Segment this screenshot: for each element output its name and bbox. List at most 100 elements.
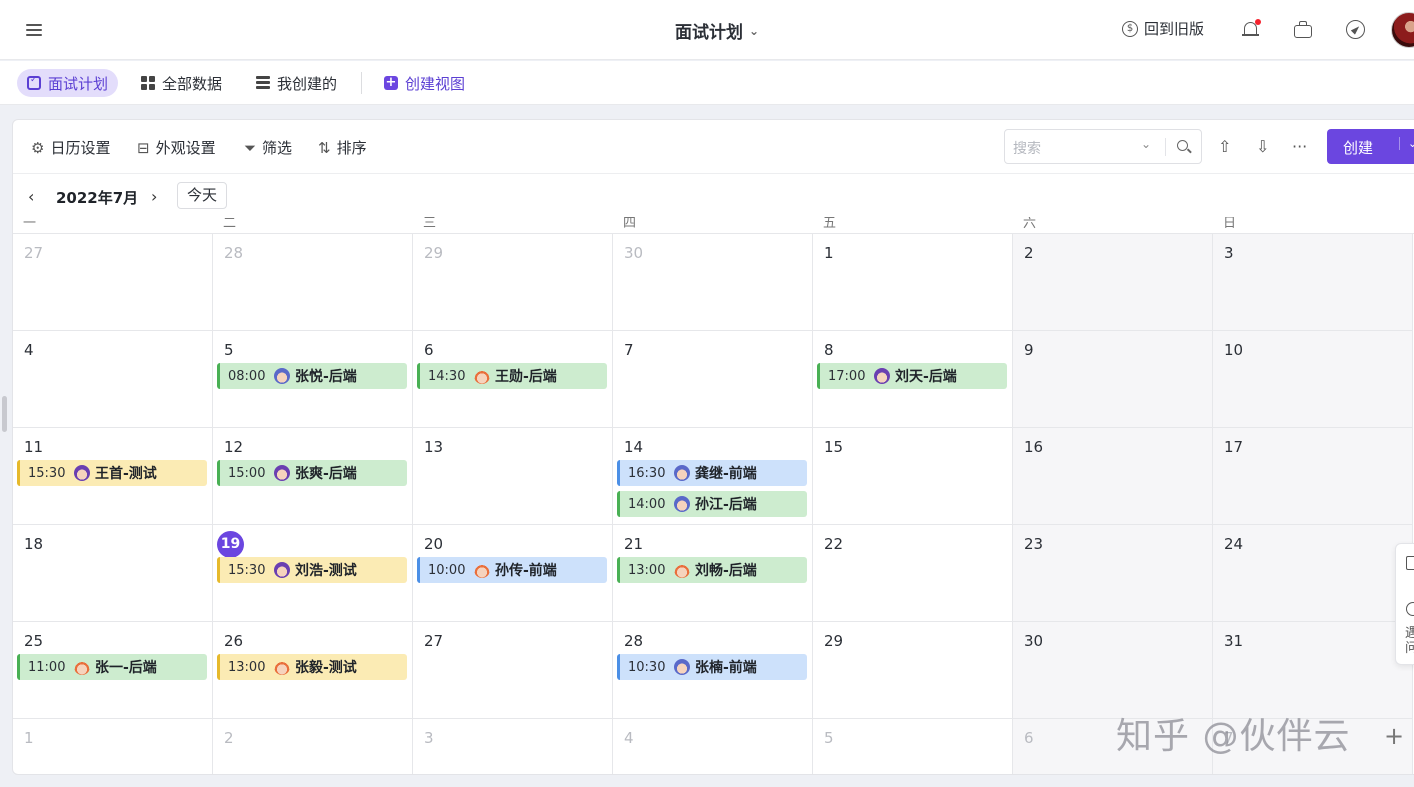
- search-icon[interactable]: [1177, 140, 1188, 151]
- day-cell[interactable]: 28 10:30 张楠-前端: [613, 622, 813, 719]
- day-number: 22: [824, 535, 844, 553]
- day-cell[interactable]: 28: [213, 234, 413, 331]
- day-number: 10: [1224, 341, 1244, 359]
- event-title: 龚继-前端: [695, 466, 757, 482]
- weekday-header: 一二三四五六日: [13, 217, 1414, 234]
- tab-created-by-me[interactable]: 我创建的: [246, 69, 347, 97]
- calendar-event[interactable]: 11:00 张一-后端: [17, 654, 207, 680]
- briefcase-icon[interactable]: [1292, 19, 1314, 41]
- day-cell[interactable]: 29: [413, 234, 613, 331]
- day-cell[interactable]: 8 17:00 刘天-后端: [813, 331, 1013, 428]
- calendar-event[interactable]: 13:00 张毅-测试: [217, 654, 407, 680]
- tab-all-data[interactable]: 全部数据: [131, 69, 232, 97]
- today-date-badge: 19: [217, 531, 244, 558]
- day-cell[interactable]: 14 16:30 龚继-前端 14:00 孙江-后端: [613, 428, 813, 525]
- calendar-event[interactable]: 17:00 刘天-后端: [817, 363, 1007, 389]
- day-cell[interactable]: 30: [613, 234, 813, 331]
- day-cell[interactable]: 23: [1013, 525, 1213, 622]
- day-cell[interactable]: 17: [1213, 428, 1413, 525]
- calendar-event[interactable]: 16:30 龚继-前端: [617, 460, 807, 486]
- day-cell[interactable]: 29: [813, 622, 1013, 719]
- day-cell[interactable]: 2: [1013, 234, 1213, 331]
- create-view-button[interactable]: + 创建视图: [374, 69, 475, 97]
- user-avatar[interactable]: [1391, 12, 1414, 48]
- upload-icon[interactable]: ⇧: [1218, 137, 1231, 156]
- day-cell[interactable]: 15: [813, 428, 1013, 525]
- event-title: 孙传-前端: [495, 563, 557, 579]
- day-cell[interactable]: 13: [413, 428, 613, 525]
- search-box[interactable]: 搜索 ⌄: [1004, 129, 1202, 164]
- plus-icon[interactable]: +: [1384, 722, 1404, 750]
- day-cell[interactable]: 11 15:30 王首-测试: [13, 428, 213, 525]
- today-button[interactable]: 今天: [177, 182, 227, 209]
- more-icon[interactable]: ···: [1292, 137, 1307, 156]
- day-cell[interactable]: 4: [613, 719, 813, 774]
- day-cell[interactable]: 18: [13, 525, 213, 622]
- calendar-event[interactable]: 13:00 刘畅-后端: [617, 557, 807, 583]
- event-time: 10:30: [628, 659, 666, 675]
- day-cell[interactable]: 6 14:30 王勋-后端: [413, 331, 613, 428]
- menu-icon[interactable]: [24, 20, 44, 40]
- event-time: 14:00: [628, 496, 666, 512]
- day-cell[interactable]: 7: [613, 331, 813, 428]
- calendar-event[interactable]: 14:30 王勋-后端: [417, 363, 607, 389]
- day-cell[interactable]: 19 15:30 刘浩-测试: [213, 525, 413, 622]
- day-cell[interactable]: 26 13:00 张毅-测试: [213, 622, 413, 719]
- chevron-down-icon[interactable]: ⌄: [1399, 137, 1414, 150]
- sort-label: 排序: [336, 139, 367, 157]
- event-title: 张楠-前端: [695, 660, 757, 676]
- tab-interview-plan[interactable]: 面试计划: [17, 69, 119, 97]
- day-cell[interactable]: 31: [1213, 622, 1413, 719]
- calendar-event[interactable]: 08:00 张悦-后端: [217, 363, 407, 389]
- day-cell[interactable]: 12 15:00 张爽-后端: [213, 428, 413, 525]
- day-cell[interactable]: 9: [1013, 331, 1213, 428]
- filter-button[interactable]: ⏷ 筛选: [244, 137, 292, 158]
- calendar-event[interactable]: 15:30 刘浩-测试: [217, 557, 407, 583]
- day-cell[interactable]: 30: [1013, 622, 1213, 719]
- calendar-event[interactable]: 15:00 张爽-后端: [217, 460, 407, 486]
- day-cell[interactable]: 5 08:00 张悦-后端: [213, 331, 413, 428]
- day-cell[interactable]: 27: [13, 234, 213, 331]
- calendar-settings-button[interactable]: ⚙ 日历设置: [31, 137, 110, 158]
- sort-button[interactable]: ⇅ 排序: [318, 137, 367, 158]
- day-cell[interactable]: 3: [413, 719, 613, 774]
- day-cell[interactable]: 2: [213, 719, 413, 774]
- day-cell[interactable]: 24: [1213, 525, 1413, 622]
- calendar-event[interactable]: 14:00 孙江-后端: [617, 491, 807, 517]
- app-title-dropdown[interactable]: 面试计划 ⌄: [675, 18, 759, 43]
- help-side-widget[interactable]: 遇问: [1395, 543, 1414, 665]
- chevron-left-icon[interactable]: ‹: [28, 187, 34, 206]
- day-number: 30: [624, 244, 644, 262]
- chevron-down-icon[interactable]: ⌄: [1141, 137, 1151, 151]
- calendar-event[interactable]: 15:30 王首-测试: [17, 460, 207, 486]
- day-cell[interactable]: 22: [813, 525, 1013, 622]
- download-icon[interactable]: ⇩: [1256, 137, 1269, 156]
- day-cell[interactable]: 21 13:00 刘畅-后端: [613, 525, 813, 622]
- day-cell[interactable]: 10: [1213, 331, 1413, 428]
- day-number: 3: [1224, 244, 1234, 262]
- day-cell[interactable]: 3: [1213, 234, 1413, 331]
- calendar-event[interactable]: 10:00 孙传-前端: [417, 557, 607, 583]
- compass-icon[interactable]: [1345, 19, 1367, 41]
- day-cell[interactable]: 25 11:00 张一-后端: [13, 622, 213, 719]
- back-to-old-version-button[interactable]: $ 回到旧版: [1122, 18, 1204, 39]
- day-cell[interactable]: 5: [813, 719, 1013, 774]
- day-cell[interactable]: 1: [813, 234, 1013, 331]
- bell-icon[interactable]: [1240, 19, 1262, 41]
- day-cell[interactable]: 27: [413, 622, 613, 719]
- day-number: 8: [824, 341, 834, 359]
- table-icon: [256, 76, 270, 90]
- resize-handle[interactable]: [2, 396, 7, 432]
- create-button[interactable]: 创建 ⌄: [1327, 129, 1414, 164]
- calendar-toolbar: ⚙ 日历设置 ⊟ 外观设置 ⏷ 筛选 ⇅ 排序 搜索 ⌄ ⇧ ⇩ ··· 创建 …: [13, 120, 1414, 174]
- day-cell[interactable]: 1: [13, 719, 213, 774]
- calendar-event[interactable]: 10:30 张楠-前端: [617, 654, 807, 680]
- candidate-avatar-icon: [74, 465, 90, 481]
- appearance-settings-button[interactable]: ⊟ 外观设置: [137, 137, 216, 158]
- day-cell[interactable]: 4: [13, 331, 213, 428]
- chevron-right-icon[interactable]: ›: [151, 187, 157, 206]
- day-cell[interactable]: 16: [1013, 428, 1213, 525]
- day-cell[interactable]: 20 10:00 孙传-前端: [413, 525, 613, 622]
- day-number: 21: [624, 535, 644, 553]
- event-title: 王勋-后端: [495, 369, 557, 385]
